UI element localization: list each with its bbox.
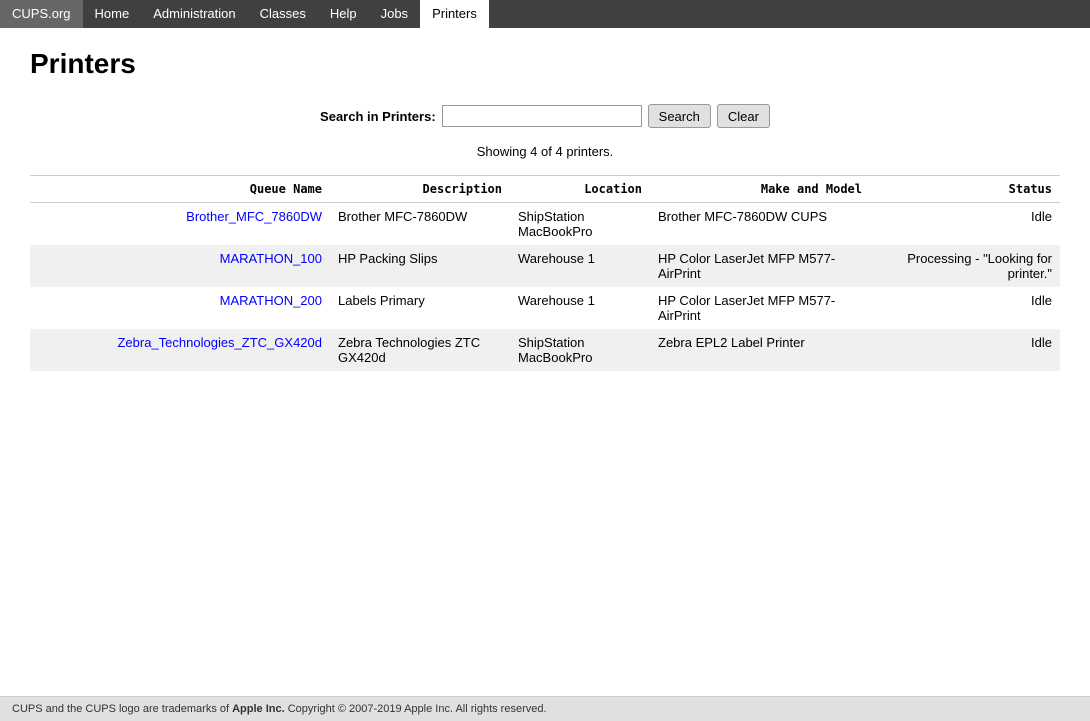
- search-input[interactable]: [442, 105, 642, 127]
- table-row: MARATHON_100 HP Packing SlipsWarehouse 1H…: [30, 245, 1060, 287]
- printer-link[interactable]: MARATHON_100: [220, 251, 322, 266]
- cell-status: Idle: [870, 203, 1060, 246]
- search-button[interactable]: Search: [648, 104, 711, 128]
- cell-queue-name: MARATHON_100: [30, 245, 330, 287]
- cell-location: ShipStation MacBookPro: [510, 329, 650, 371]
- printer-link[interactable]: MARATHON_200: [220, 293, 322, 308]
- cell-make-model: Zebra EPL2 Label Printer: [650, 329, 870, 371]
- nav-brand[interactable]: CUPS.org: [0, 0, 83, 28]
- clear-button[interactable]: Clear: [717, 104, 770, 128]
- table-header-row: Queue Name Description Location Make and…: [30, 176, 1060, 203]
- cell-make-model: HP Color LaserJet MFP M577-AirPrint: [650, 245, 870, 287]
- printer-link[interactable]: Brother_MFC_7860DW: [186, 209, 322, 224]
- search-label: Search in Printers:: [320, 109, 436, 124]
- showing-count: Showing 4 of 4 printers.: [30, 144, 1060, 159]
- nav-item-administration[interactable]: Administration: [141, 0, 247, 28]
- cell-make-model: HP Color LaserJet MFP M577-AirPrint: [650, 287, 870, 329]
- col-header-description: Description: [330, 176, 510, 203]
- cell-status: Idle: [870, 287, 1060, 329]
- printer-link[interactable]: Zebra_Technologies_ZTC_GX420d: [117, 335, 322, 350]
- footer-text-before: CUPS and the CUPS logo are trademarks of: [12, 703, 232, 715]
- cell-description: HP Packing Slips: [330, 245, 510, 287]
- cell-location: ShipStation MacBookPro: [510, 203, 650, 246]
- nav-item-home[interactable]: Home: [83, 0, 142, 28]
- nav-item-printers[interactable]: Printers: [420, 0, 489, 28]
- col-header-status: Status: [870, 176, 1060, 203]
- cell-status: Idle: [870, 329, 1060, 371]
- cell-make-model: Brother MFC-7860DW CUPS: [650, 203, 870, 246]
- cell-queue-name: Zebra_Technologies_ZTC_GX420d: [30, 329, 330, 371]
- table-row: Zebra_Technologies_ZTC_GX420d Zebra Techn…: [30, 329, 1060, 371]
- footer-brand: Apple Inc.: [232, 703, 285, 715]
- nav-item-classes[interactable]: Classes: [248, 0, 318, 28]
- main-nav: CUPS.org Home Administration Classes Hel…: [0, 0, 1090, 28]
- cell-description: Zebra Technologies ZTC GX420d: [330, 329, 510, 371]
- cell-status: Processing - "Looking for printer.": [870, 245, 1060, 287]
- cell-description: Brother MFC-7860DW: [330, 203, 510, 246]
- table-row: MARATHON_200 Labels PrimaryWarehouse 1HP …: [30, 287, 1060, 329]
- printers-table: Queue Name Description Location Make and…: [30, 175, 1060, 371]
- col-header-queue-name: Queue Name: [30, 176, 330, 203]
- cell-location: Warehouse 1: [510, 287, 650, 329]
- cell-description: Labels Primary: [330, 287, 510, 329]
- footer: CUPS and the CUPS logo are trademarks of…: [0, 696, 1090, 721]
- col-header-make-model: Make and Model: [650, 176, 870, 203]
- page-content: Printers Search in Printers: Search Clea…: [0, 28, 1090, 391]
- nav-item-jobs[interactable]: Jobs: [369, 0, 420, 28]
- cell-queue-name: Brother_MFC_7860DW: [30, 203, 330, 246]
- cell-location: Warehouse 1: [510, 245, 650, 287]
- col-header-location: Location: [510, 176, 650, 203]
- table-row: Brother_MFC_7860DW Brother MFC-7860DWShip…: [30, 203, 1060, 246]
- page-title: Printers: [30, 48, 1060, 80]
- footer-text-after: Copyright © 2007-2019 Apple Inc. All rig…: [285, 703, 547, 715]
- cell-queue-name: MARATHON_200: [30, 287, 330, 329]
- search-bar: Search in Printers: Search Clear: [30, 104, 1060, 128]
- nav-item-help[interactable]: Help: [318, 0, 369, 28]
